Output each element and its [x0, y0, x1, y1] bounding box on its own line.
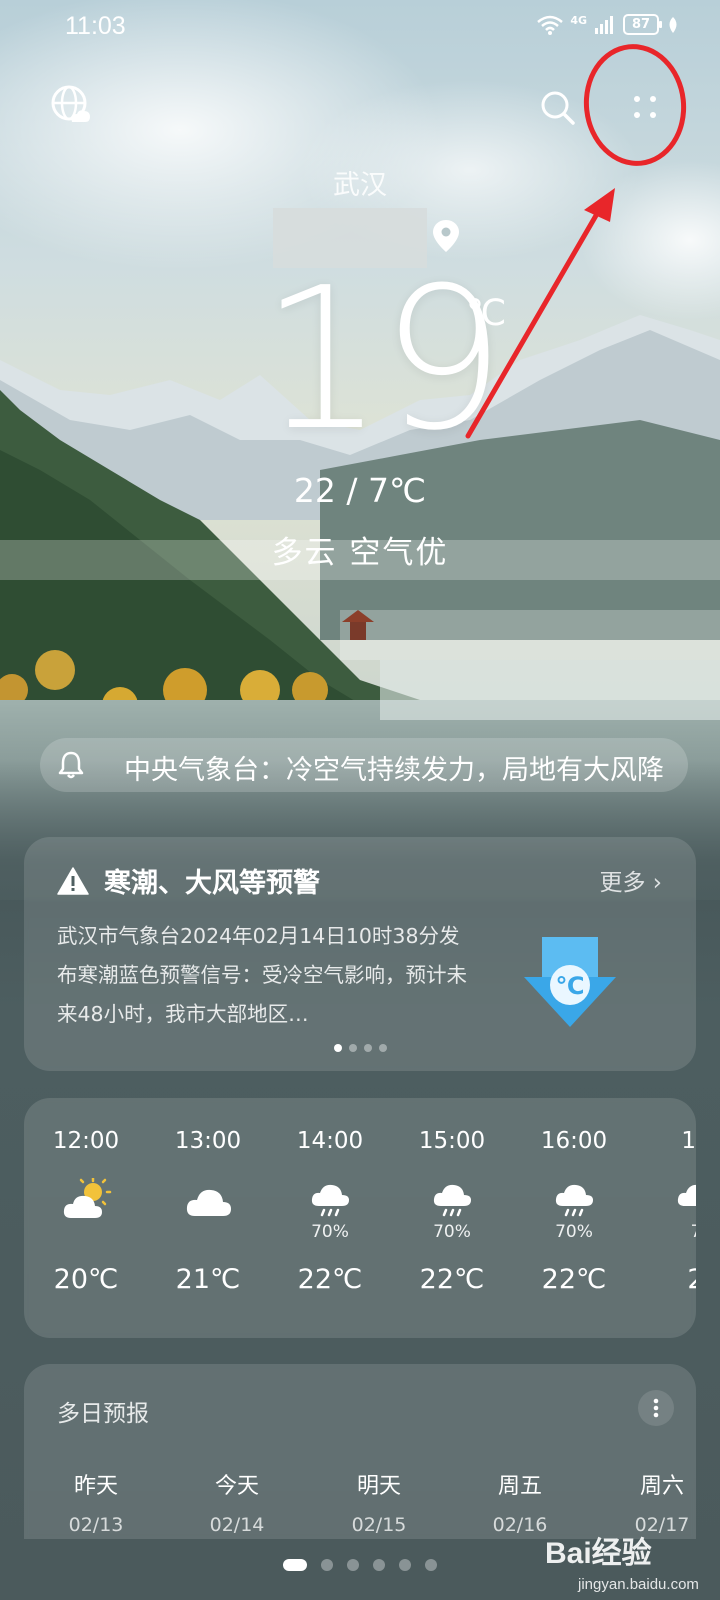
day-date: 02/13: [68, 1514, 124, 1536]
page-dot: [347, 1559, 359, 1571]
cloudy-icon: [186, 1189, 231, 1216]
rain-icon: [433, 1184, 471, 1217]
rain-icon: [311, 1184, 349, 1217]
news-ticker-text: 中央气象台：冷空气持续发力，局地有大风降: [124, 755, 664, 786]
hour-temp: 20℃: [53, 1264, 119, 1295]
day-name: 周六: [639, 1474, 684, 1499]
warning-icon: [57, 867, 89, 895]
city-name: 武汉: [333, 170, 387, 201]
signal-icon: [595, 15, 613, 34]
warning-more-link[interactable]: 更多 ›: [599, 863, 662, 897]
pager-dot: [363, 1044, 372, 1052]
status-time: 11:03: [65, 12, 126, 40]
globe-icon[interactable]: [50, 84, 92, 126]
hour-precip-prob: 7: [690, 1222, 696, 1242]
network-type-label: 4G: [570, 14, 587, 27]
weather-condition: 多云 空气优: [271, 535, 449, 571]
battery-indicator: 87: [623, 14, 662, 35]
page-dot: [425, 1559, 437, 1571]
multi-day-title: 多日预报: [57, 1401, 149, 1427]
pager-dot: [348, 1044, 357, 1052]
rain-icon: [555, 1184, 593, 1217]
day-date: 02/15: [351, 1514, 407, 1536]
warning-title: 寒潮、大风等预警: [104, 868, 320, 899]
day-name: 周五: [497, 1474, 542, 1499]
pager-dot: [378, 1044, 387, 1052]
hour-temp: 2: [634, 1264, 696, 1295]
hour-time: 17: [681, 1128, 696, 1154]
cold-icon-label: ℃: [555, 972, 584, 1000]
hour-temp: 22℃: [297, 1264, 363, 1295]
pager-dot: [333, 1044, 342, 1052]
bell-icon: [58, 751, 84, 779]
current-temperature: 19: [260, 246, 505, 474]
hour-temp: 22℃: [419, 1264, 485, 1295]
day-date: 02/14: [209, 1514, 265, 1536]
day-name: 明天: [356, 1474, 401, 1499]
rain-icon: [677, 1184, 696, 1206]
page-dot: [283, 1559, 307, 1571]
cold-wave-warning-icon: ℃: [524, 937, 616, 1027]
warning-card[interactable]: 寒潮、大风等预警 更多 › 武汉市气象台2024年02月14日10时38分发布寒…: [24, 837, 696, 1071]
hour-temp: 21℃: [175, 1264, 241, 1295]
status-bar: 11:03 4G 87: [0, 0, 720, 54]
page-dot: [373, 1559, 385, 1571]
status-icons: 4G 87: [537, 14, 680, 35]
hour-time: 14:00: [296, 1128, 364, 1154]
watermark-brand: Bai经验: [545, 1537, 652, 1570]
hour-precip-prob: 70%: [555, 1222, 593, 1242]
multi-day-forecast-card[interactable]: 多日预报 昨天 02/13 今天 02/14 明天 02/15 周五 02/16…: [24, 1364, 696, 1539]
warning-body: 武汉市气象台2024年02月14日10时38分发布寒潮蓝色预警信号：受冷空气影响…: [57, 924, 467, 1026]
hour-time: 15:00: [418, 1128, 486, 1154]
hour-time: 13:00: [174, 1128, 242, 1154]
hour-time: 16:00: [540, 1128, 608, 1154]
hour-temp: 22℃: [541, 1264, 607, 1295]
leaf-icon: [669, 16, 677, 33]
temperature-unit: ℃: [466, 293, 507, 334]
hour-precip-prob: 70%: [433, 1222, 471, 1242]
watermark-url: jingyan.baidu.com: [578, 1576, 699, 1593]
page-dot: [321, 1559, 333, 1571]
sunny-cloudy-icon: [63, 1178, 112, 1218]
hour-time: 12:00: [52, 1128, 120, 1154]
news-ticker[interactable]: 中央气象台：冷空气持续发力，局地有大风降: [40, 738, 688, 792]
day-name: 昨天: [73, 1474, 118, 1499]
temperature-range: 22 / 7℃: [293, 471, 427, 510]
warning-pager-dots: [24, 1044, 696, 1052]
hour-precip-prob: 70%: [311, 1222, 349, 1242]
more-options-icon[interactable]: [638, 1390, 674, 1426]
search-icon[interactable]: [536, 86, 580, 130]
day-name: 今天: [214, 1474, 259, 1499]
hourly-forecast-card[interactable]: 12:00 20℃ 13:00 21℃ 14:00 70% 22℃ 15:00 …: [24, 1098, 696, 1338]
wifi-icon: [537, 15, 564, 35]
page-dot: [399, 1559, 411, 1571]
